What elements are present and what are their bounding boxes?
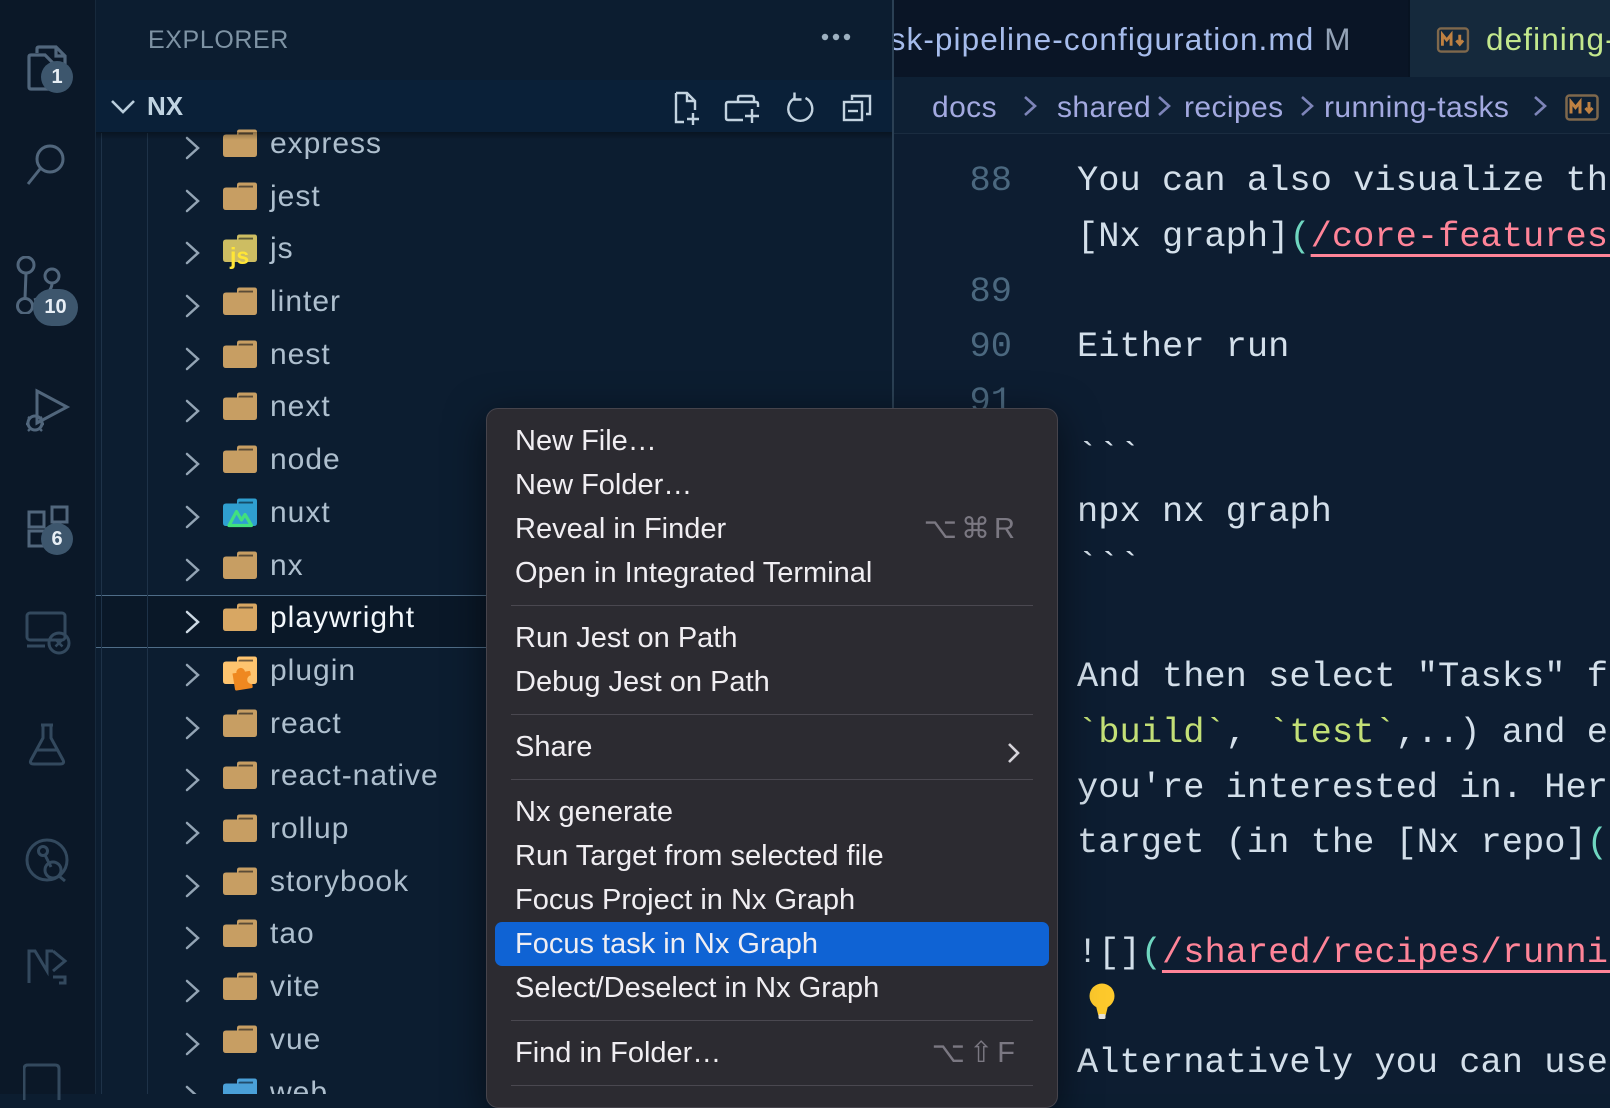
svg-text:js: js <box>229 243 249 269</box>
